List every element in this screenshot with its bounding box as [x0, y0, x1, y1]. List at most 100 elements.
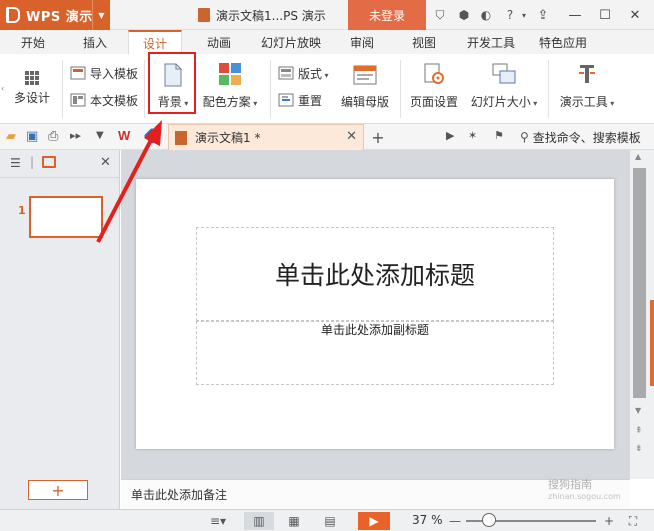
color-scheme-label: 配色方案 [203, 93, 258, 110]
import-template-icon [70, 66, 86, 80]
slide-size-button[interactable]: 幻灯片大小 [466, 60, 542, 110]
tab-animation[interactable]: 动画 [196, 30, 242, 54]
close-button[interactable]: ✕ [622, 0, 648, 30]
title-bar: WPS 演示 ▼ 演示文稿1...PS 演示 未登录 ⛉ ⬢ ◐ ? ▾ ⇪ —… [0, 0, 654, 30]
command-search-label: 查找命令、搜索模板 [532, 130, 641, 145]
multi-design-label: 多设计 [13, 91, 50, 105]
fit-window-icon[interactable]: ⛶ [624, 512, 642, 530]
this-template-icon [70, 93, 86, 107]
ribbon-divider [400, 60, 401, 118]
skin-icon[interactable]: ⛉ [432, 7, 448, 23]
zoom-out-icon[interactable]: — [448, 512, 462, 530]
grid-icon [25, 71, 39, 85]
customize-dropdown-icon[interactable]: ▼ [96, 130, 104, 141]
slide-editing-area: 单击此处添加标题 单击此处添加副标题 [121, 150, 630, 479]
tab-slideshow[interactable]: 幻灯片放映 [256, 30, 326, 54]
tab-view[interactable]: 视图 [402, 30, 446, 54]
this-template-label: 本文模板 [90, 93, 139, 108]
outline-view-icon[interactable]: ☰ [10, 156, 21, 170]
ribbon-tabs: 开始 插入 设计 动画 幻灯片放映 审阅 视图 开发工具 特色应用 [0, 30, 654, 54]
reset-button[interactable]: 重置 [278, 91, 322, 109]
chevron-down-icon[interactable]: ▼ [92, 0, 110, 30]
import-template-button[interactable]: 导入模板 [70, 64, 138, 82]
subtitle-placeholder[interactable]: 单击此处添加副标题 [196, 321, 554, 385]
document-tab-label: 演示文稿1 * [195, 131, 261, 145]
minimize-button[interactable]: — [562, 0, 588, 30]
presentation-tools-button[interactable]: 演示工具 [554, 60, 620, 110]
print-preview-icon[interactable]: ⎙ [48, 129, 58, 144]
ribbon-scroll-left-icon[interactable]: ‹ [1, 84, 4, 93]
align-menu-icon[interactable]: ≡▾ [206, 512, 230, 530]
open-folder-icon[interactable]: ▰ [6, 129, 16, 144]
new-tab-button[interactable]: + [370, 124, 386, 150]
tools-icon [579, 65, 595, 83]
tab-start[interactable]: 开始 [8, 30, 58, 54]
edit-master-button[interactable]: 编辑母版 [338, 60, 392, 110]
filter-icon[interactable]: ⚑ [494, 129, 504, 142]
restore-ribbon-icon[interactable]: ⇪ [530, 0, 556, 30]
color-scheme-icon [219, 63, 241, 85]
scroll-down-icon[interactable]: ▼ [635, 406, 641, 415]
ribbon-divider [62, 60, 63, 118]
vertical-scrollbar[interactable]: ▲ ▼ ⇞ ⇟ [630, 150, 654, 479]
settings-icon[interactable]: ⬢ [456, 7, 472, 23]
edit-master-label: 编辑母版 [340, 95, 389, 109]
reading-view-icon[interactable]: ▤ [318, 512, 342, 530]
notes-placeholder: 单击此处添加备注 [131, 488, 228, 502]
multi-design-button[interactable]: 多设计 [12, 68, 52, 106]
close-tab-icon[interactable]: ✕ [346, 129, 357, 144]
page-setup-button[interactable]: 页面设置 [406, 60, 462, 110]
pane-header: ☰ | ✕ [0, 150, 120, 178]
layout-label: 版式 [298, 65, 329, 82]
annotation-highlight-box [148, 52, 196, 114]
previous-slide-icon[interactable]: ⇞ [635, 426, 643, 436]
search-icon: ⚲ [520, 130, 529, 144]
maximize-button[interactable]: ☐ [592, 0, 618, 30]
pane-divider: | [30, 155, 35, 169]
page-setup-label: 页面设置 [409, 95, 458, 109]
zoom-slider-knob[interactable] [482, 513, 496, 527]
wps-logo-icon [6, 7, 20, 23]
slide-canvas[interactable]: 单击此处添加标题 单击此处添加副标题 [136, 179, 614, 449]
side-panel-handle[interactable] [650, 300, 654, 386]
command-search[interactable]: ⚲ 查找命令、搜索模板 [520, 124, 641, 150]
title-placeholder[interactable]: 单击此处添加标题 [196, 227, 554, 321]
slide-number: 1 [18, 204, 26, 217]
more-tools-icon[interactable]: ▸▸ [70, 129, 81, 142]
document-tab[interactable]: 演示文稿1 * ✕ [168, 124, 364, 150]
slide-thumbnail[interactable] [29, 196, 103, 238]
slideshow-icon[interactable]: ▶ [446, 129, 454, 142]
tab-design[interactable]: 设计 [128, 30, 182, 54]
this-template-button[interactable]: 本文模板 [70, 91, 138, 109]
page-setup-icon [424, 63, 444, 84]
save-icon[interactable]: ▣ [26, 129, 38, 144]
add-slide-button[interactable]: + [28, 480, 88, 500]
next-slide-icon[interactable]: ⇟ [635, 444, 643, 454]
scrollbar-thumb[interactable] [633, 168, 646, 398]
scroll-up-icon[interactable]: ▲ [635, 152, 641, 161]
wps-w-icon[interactable]: W [118, 128, 130, 143]
edit-master-icon [353, 65, 377, 85]
animation-icon[interactable]: ✶ [468, 129, 477, 142]
slides-view-icon[interactable] [42, 156, 56, 168]
import-template-label: 导入模板 [90, 66, 139, 81]
tab-review[interactable]: 审阅 [340, 30, 384, 54]
slide-thumbnail-pane: ☰ | ✕ 1 + [0, 150, 120, 509]
tab-developer[interactable]: 开发工具 [460, 30, 522, 54]
share-icon[interactable]: ◐ [478, 7, 494, 23]
watermark-text: 搜狗指南 [548, 478, 592, 491]
login-button[interactable]: 未登录 [348, 0, 426, 30]
close-pane-icon[interactable]: ✕ [100, 155, 111, 170]
layout-button[interactable]: 版式 [278, 64, 329, 82]
window-title-text: 演示文稿1...PS 演示 [216, 8, 326, 23]
app-menu-button[interactable]: WPS 演示 ▼ [0, 0, 110, 30]
slide-sorter-icon[interactable]: ▦ [282, 512, 306, 530]
tab-features[interactable]: 特色应用 [532, 30, 594, 54]
cube-icon[interactable] [143, 127, 161, 145]
tab-insert[interactable]: 插入 [70, 30, 120, 54]
zoom-in-icon[interactable]: + [602, 512, 616, 530]
normal-view-icon[interactable]: ▥ [244, 512, 274, 530]
color-scheme-button[interactable]: 配色方案 [200, 60, 260, 110]
slide-size-icon [492, 63, 516, 84]
play-slideshow-button[interactable]: ▶ [358, 512, 390, 530]
